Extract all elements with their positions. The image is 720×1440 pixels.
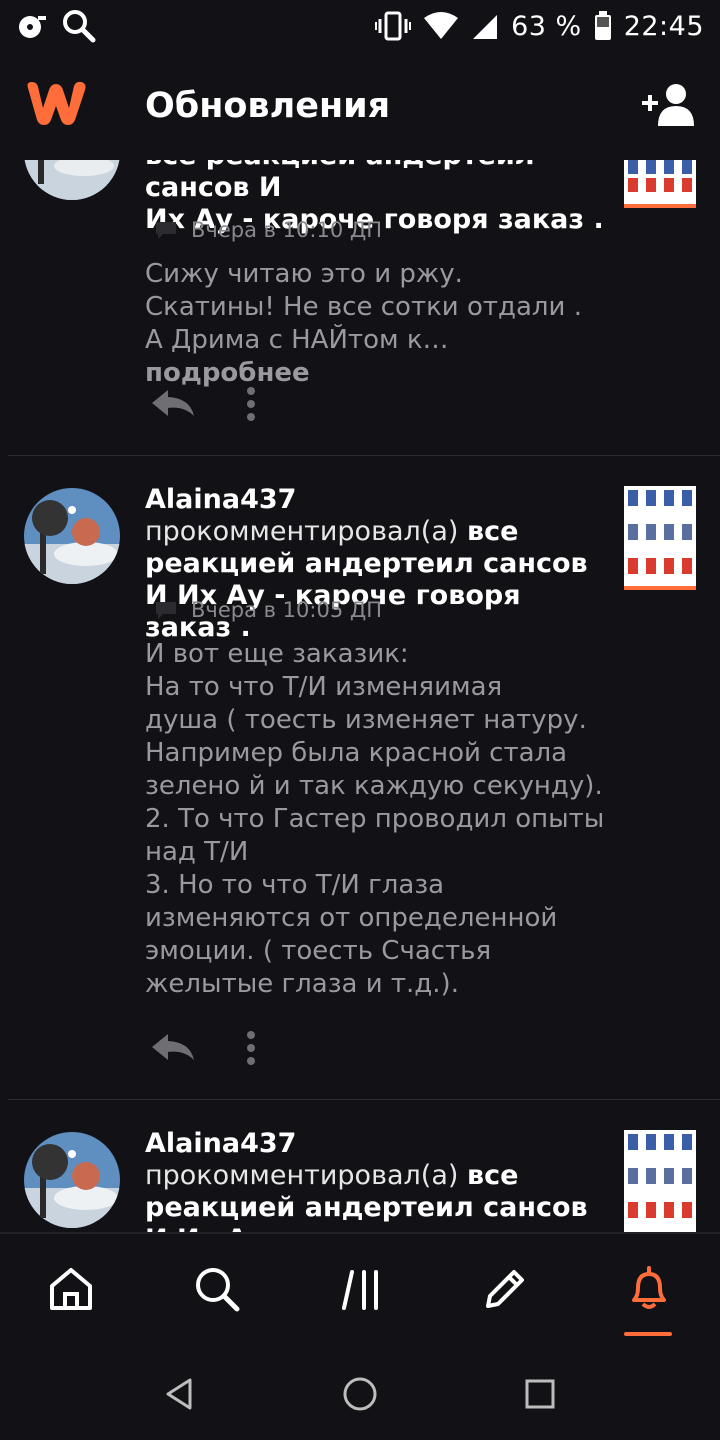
vibrate-icon: [375, 11, 412, 41]
username[interactable]: Alaina437: [145, 1128, 296, 1159]
divider: [8, 455, 720, 456]
avatar[interactable]: [24, 1132, 120, 1228]
comment-text: И вот еще заказик: На то что Т/И изменяи…: [145, 639, 605, 999]
comment-icon: [156, 602, 176, 619]
recent-apps-icon[interactable]: [520, 1374, 560, 1414]
updates-feed: все реакцией андертеил сансов И Их Ау - …: [0, 100, 720, 1232]
notifications-icon[interactable]: [624, 1264, 674, 1314]
app-bar: Обновления: [0, 52, 720, 160]
page-title: Обновления: [145, 86, 391, 126]
avatar[interactable]: [24, 488, 120, 584]
signal-icon: [473, 15, 498, 39]
clock: 22:45: [623, 10, 704, 42]
back-icon[interactable]: [160, 1374, 200, 1414]
battery-percent: 63 %: [511, 10, 582, 42]
read-more-link[interactable]: подробнее: [145, 358, 310, 388]
wattpad-logo-icon[interactable]: [22, 78, 90, 128]
comment-meta: Вчера в 10:05 ДП: [155, 598, 382, 622]
library-icon[interactable]: [338, 1264, 388, 1314]
notification-heading[interactable]: Alaina437 прокомментировал(а) все реакци…: [145, 1128, 615, 1232]
comment-actions: [150, 386, 256, 422]
timestamp: Вчера в 10:05 ДП: [191, 598, 383, 622]
timestamp: Вчера в 10:10 ДП: [191, 218, 383, 242]
add-user-icon[interactable]: [640, 82, 698, 128]
comment-actions: [150, 1030, 256, 1066]
search-icon: [63, 10, 96, 43]
story-cover[interactable]: [624, 1130, 696, 1232]
username[interactable]: Alaina437: [145, 484, 296, 515]
bottom-navigation: [0, 1232, 720, 1344]
reply-icon[interactable]: [150, 1032, 196, 1064]
more-options-icon[interactable]: [246, 1030, 256, 1066]
comment-icon: [156, 222, 176, 239]
home-icon[interactable]: [46, 1264, 96, 1314]
wifi-icon: [424, 12, 459, 39]
status-bar: 63 % 22:45: [0, 0, 720, 52]
more-options-icon[interactable]: [246, 386, 256, 422]
battery-icon: [594, 11, 611, 40]
comment-meta: Вчера в 10:10 ДП: [155, 218, 382, 242]
divider: [8, 1099, 720, 1100]
active-tab-indicator: [624, 1332, 672, 1336]
home-button-icon[interactable]: [340, 1374, 380, 1414]
reply-icon[interactable]: [150, 388, 196, 420]
system-navigation: [0, 1344, 720, 1440]
search-icon[interactable]: [192, 1264, 242, 1314]
record-icon: [19, 16, 46, 38]
story-cover[interactable]: [624, 486, 696, 590]
write-icon[interactable]: [480, 1264, 530, 1314]
comment-text: Сижу читаю это и ржу. Скатины! Не все со…: [145, 259, 582, 388]
